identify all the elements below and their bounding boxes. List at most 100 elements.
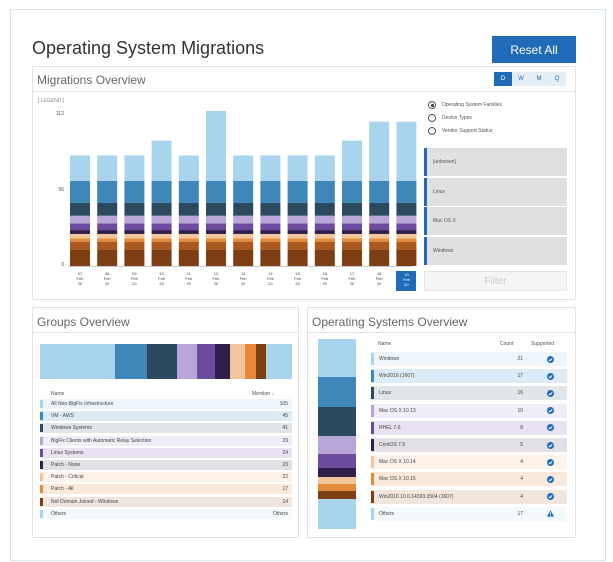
bar-segment[interactable] (178, 215, 199, 224)
bar-segment[interactable] (342, 223, 362, 231)
bar-segment[interactable] (396, 241, 417, 250)
os-row[interactable]: Linux 16 (371, 386, 567, 401)
bar-segment[interactable] (151, 202, 172, 216)
group-strip-segment[interactable] (255, 344, 266, 379)
bar-segment[interactable] (233, 241, 254, 250)
bar-segment[interactable] (70, 202, 90, 216)
bar-segment[interactable] (233, 180, 254, 203)
bar-segment[interactable] (342, 238, 362, 242)
bar-segment[interactable] (287, 180, 308, 203)
bar-segment[interactable] (396, 202, 417, 216)
bar-segment[interactable] (151, 249, 172, 266)
bar-segment[interactable] (178, 223, 199, 231)
bar-segment[interactable] (260, 241, 281, 250)
bar-segment[interactable] (97, 180, 118, 203)
group-row[interactable]: All Non-BigFix Infrastructure 105 (40, 399, 292, 409)
bar-segment[interactable] (260, 202, 281, 216)
bar-segment[interactable] (342, 230, 362, 234)
bar-segment[interactable] (287, 215, 308, 224)
bar-segment[interactable] (233, 223, 254, 231)
x-tick-label[interactable]: 10 Feb 20 (152, 271, 172, 286)
bar-segment[interactable] (97, 249, 118, 266)
group-strip-segment[interactable] (114, 344, 148, 379)
bar-segment[interactable] (287, 230, 308, 234)
bar-segment[interactable] (369, 180, 390, 203)
bar-segment[interactable] (314, 230, 335, 234)
bar-segment[interactable] (233, 155, 254, 181)
bar-segment[interactable] (97, 223, 118, 231)
group-strip-segment[interactable] (177, 344, 198, 379)
group-row[interactable]: VM - AWS 45 (40, 411, 292, 422)
group-strip-segment[interactable] (197, 344, 215, 379)
bar-segment[interactable] (97, 233, 118, 239)
bar-segment[interactable] (206, 223, 226, 231)
bar-segment[interactable] (70, 233, 90, 239)
bar-segment[interactable] (342, 249, 362, 266)
bar-segment[interactable] (314, 202, 335, 216)
bar-segment[interactable] (342, 241, 362, 250)
x-tick-label[interactable]: 11 Feb 20 (179, 271, 199, 286)
os-row[interactable]: Others 17 (371, 506, 567, 521)
bar-segment[interactable] (70, 155, 90, 181)
bar-segment[interactable] (178, 233, 199, 239)
radio-button-icon[interactable] (428, 127, 436, 135)
bar-segment[interactable] (396, 223, 417, 231)
bar-segment[interactable] (233, 202, 254, 216)
bar-segment[interactable] (206, 238, 226, 242)
bar-segment[interactable] (233, 230, 254, 234)
bar-segment[interactable] (206, 230, 226, 234)
bar-segment[interactable] (342, 180, 362, 203)
bar-segment[interactable] (151, 233, 172, 239)
group-row[interactable]: Linux Systems 24 (40, 447, 292, 458)
bar-segment[interactable] (369, 233, 390, 239)
x-tick-label[interactable]: 19 Feb 20 (396, 271, 417, 291)
bar-segment[interactable] (260, 223, 281, 231)
bar-segment[interactable] (233, 238, 254, 242)
family-item[interactable]: Windows (424, 236, 567, 265)
bar-segment[interactable] (314, 223, 335, 231)
radio-button-icon[interactable] (428, 114, 436, 122)
x-tick-label[interactable]: 09 Feb 20 (124, 271, 144, 286)
group-row[interactable]: Not Domain Joined - Windows 14 (40, 496, 292, 507)
group-row[interactable]: Patch - All 17 (40, 484, 292, 495)
filter-button[interactable]: Filter (424, 271, 567, 291)
bar-segment[interactable] (178, 230, 199, 234)
bar-segment[interactable] (342, 140, 362, 181)
os-row[interactable]: Win2016 10.0.14393.3504 (1607) 4 (371, 489, 567, 504)
bar-segment[interactable] (124, 223, 145, 231)
bar-segment[interactable] (260, 215, 281, 224)
bar-segment[interactable] (124, 155, 145, 181)
bar-segment[interactable] (124, 202, 145, 216)
group-strip-segment[interactable] (40, 344, 115, 379)
bar-segment[interactable] (369, 215, 390, 224)
bar-segment[interactable] (233, 215, 254, 224)
group-strip-segment[interactable] (244, 344, 256, 379)
bar-segment[interactable] (97, 241, 118, 250)
x-tick-label[interactable]: 15 Feb 20 (288, 271, 308, 286)
bar-segment[interactable] (314, 155, 335, 181)
os-strip-segment[interactable] (318, 498, 356, 529)
x-tick-label[interactable]: 18 Feb 20 (369, 271, 389, 286)
bar-segment[interactable] (151, 238, 172, 242)
bar-segment[interactable] (178, 202, 199, 216)
os-row[interactable]: CentOS 7.5 5 (371, 438, 567, 452)
bar-segment[interactable] (124, 180, 145, 203)
bar-segment[interactable] (314, 249, 335, 266)
bar-segment[interactable] (151, 215, 172, 224)
bar-segment[interactable] (369, 238, 390, 242)
os-strip-segment[interactable] (318, 376, 356, 408)
bar-segment[interactable] (206, 215, 226, 224)
x-tick-label[interactable]: 08 Feb 20 (97, 271, 117, 286)
bar-segment[interactable] (233, 233, 254, 239)
bar-segment[interactable] (369, 230, 390, 234)
bar-segment[interactable] (70, 215, 90, 224)
bar-segment[interactable] (206, 233, 226, 239)
group-strip-segment[interactable] (214, 344, 230, 379)
bar-segment[interactable] (287, 223, 308, 231)
radio-option[interactable]: Device Types (428, 114, 472, 122)
bar-segment[interactable] (342, 202, 362, 216)
bar-segment[interactable] (342, 215, 362, 224)
family-item[interactable]: Linux (424, 177, 567, 206)
bar-segment[interactable] (178, 241, 199, 250)
bar-segment[interactable] (124, 249, 145, 266)
